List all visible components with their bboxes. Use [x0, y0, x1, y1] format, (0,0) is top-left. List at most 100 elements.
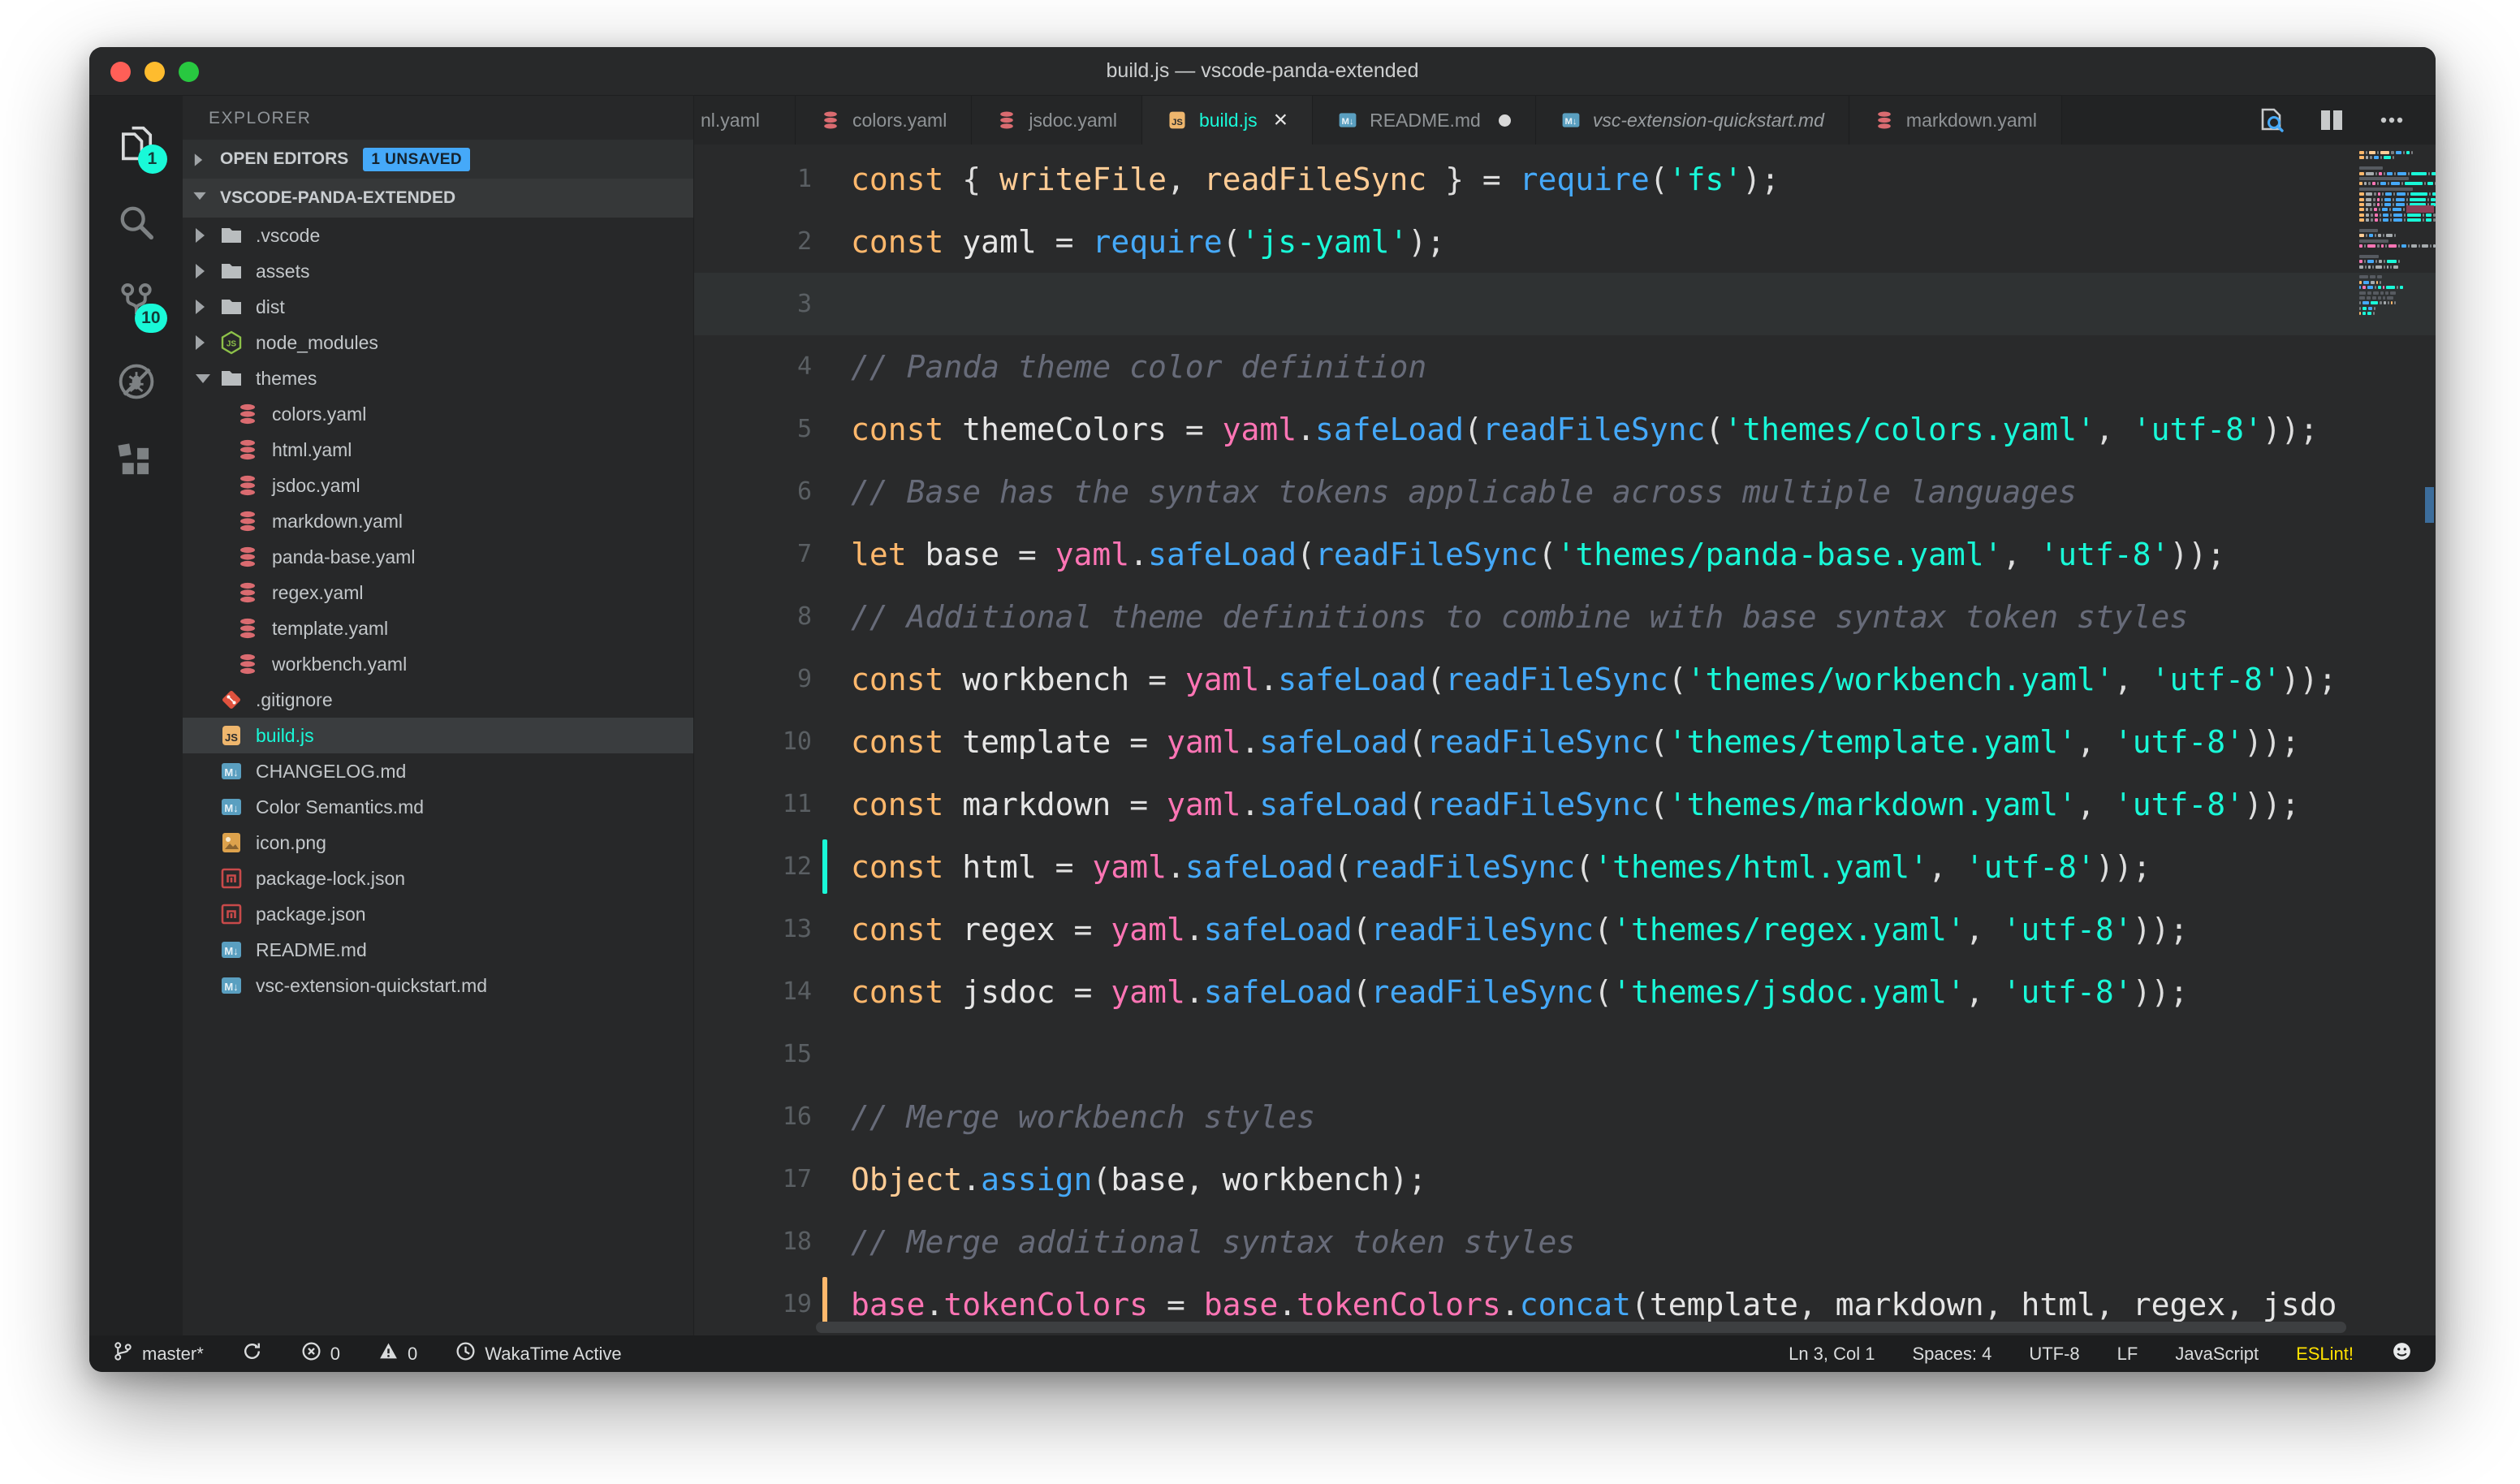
status-item-spaces-4[interactable]: Spaces: 4	[1912, 1344, 1991, 1365]
code-token: // Additional theme definitions to combi…	[851, 598, 2189, 635]
status-item-javascript[interactable]: JavaScript	[2175, 1344, 2259, 1365]
code-token: ));	[2132, 911, 2189, 947]
tree-item-workbench-yaml[interactable]: workbench.yaml	[183, 646, 693, 682]
minimap-token	[2400, 286, 2404, 290]
code-editor[interactable]: 1 const { writeFile, readFileSync } = req…	[694, 145, 2436, 1335]
minimap-line	[2359, 156, 2423, 160]
status-item-lf[interactable]: LF	[2117, 1344, 2138, 1365]
code-line[interactable]: 7 let base = yaml.safeLoad(readFileSync('…	[694, 523, 2436, 585]
code-line[interactable]: 1 const { writeFile, readFileSync } = req…	[694, 148, 2436, 210]
extensions-activity-button[interactable]	[114, 438, 159, 484]
tab-vsc-extension-quickstart-md[interactable]: M↓ vsc-extension-quickstart.md	[1535, 96, 1849, 145]
code-line[interactable]: 4 // Panda theme color definition	[694, 335, 2436, 398]
code-token: 'utf-8'	[2151, 661, 2281, 697]
code-text: const regex = yaml.safeLoad(readFileSync…	[812, 912, 2188, 947]
code-line[interactable]: 12 const html = yaml.safeLoad(readFileSyn…	[694, 835, 2436, 898]
code-text: // Merge additional syntax token styles	[812, 1224, 1575, 1260]
minimap-line	[2359, 197, 2436, 201]
tree-item-package-json[interactable]: package.json	[183, 896, 693, 932]
line-number: 2	[796, 227, 812, 256]
tree-item-vsc-extension-quickstart-md[interactable]: M↓ vsc-extension-quickstart.md	[183, 968, 693, 1003]
minimap-token	[2375, 286, 2377, 290]
status-item-utf-8[interactable]: UTF-8	[2029, 1344, 2079, 1365]
minimap-line	[2359, 239, 2423, 243]
tree-item-changelog-md[interactable]: M↓ CHANGELOG.md	[183, 753, 693, 789]
code-token: (	[1408, 723, 1427, 760]
tree-item-node-modules[interactable]: JS node_modules	[183, 325, 693, 360]
minimap-token	[2359, 301, 2361, 305]
code-line[interactable]: 11 const markdown = yaml.safeLoad(readFil…	[694, 773, 2436, 835]
open-preview-icon[interactable]	[2257, 106, 2286, 135]
tree-item-dist[interactable]: dist	[183, 289, 693, 325]
tree-item-assets[interactable]: assets	[183, 253, 693, 289]
code-line[interactable]: 5 const themeColors = yaml.safeLoad(readF…	[694, 398, 2436, 460]
project-section[interactable]: VSCODE-PANDA-EXTENDED	[183, 179, 693, 218]
split-editor-icon[interactable]	[2317, 106, 2346, 135]
code-token: safeLoad	[1278, 661, 1427, 697]
code-line[interactable]: 14 const jsdoc = yaml.safeLoad(readFileSy…	[694, 960, 2436, 1023]
tree-item-icon-png[interactable]: icon.png	[183, 825, 693, 861]
code-line[interactable]: 3	[694, 273, 2436, 335]
more-actions-icon[interactable]	[2377, 106, 2406, 135]
close-window-button[interactable]	[110, 62, 131, 82]
tree-item-color-semantics-md[interactable]: M↓ Color Semantics.md	[183, 789, 693, 825]
status-item-0[interactable]: 0	[378, 1340, 417, 1367]
tree-item-vscode[interactable]: .vscode	[183, 218, 693, 253]
tab-nl-yaml[interactable]: nl.yaml	[694, 96, 796, 145]
search-activity-button[interactable]	[114, 200, 159, 245]
code-token: readFileSync	[1445, 661, 1668, 697]
code-line[interactable]: 17 Object.assign(base, workbench);	[694, 1148, 2436, 1210]
tree-item-package-lock-json[interactable]: package-lock.json	[183, 861, 693, 896]
tree-item-themes[interactable]: themes	[183, 360, 693, 396]
status-item-0[interactable]: 0	[300, 1340, 340, 1367]
code-line[interactable]: 8 // Additional theme definitions to comb…	[694, 585, 2436, 648]
code-token: 'utf-8'	[2113, 786, 2244, 822]
code-line[interactable]: 10 const template = yaml.safeLoad(readFil…	[694, 710, 2436, 773]
yaml-icon	[235, 402, 260, 426]
tree-item-build-js[interactable]: JS build.js	[183, 718, 693, 753]
code-line[interactable]: 18 // Merge additional syntax token style…	[694, 1210, 2436, 1273]
tree-item-markdown-yaml[interactable]: markdown.yaml	[183, 503, 693, 539]
status-item[interactable]	[2391, 1340, 2413, 1367]
code-text: // Panda theme color definition	[812, 349, 1426, 385]
code-line[interactable]: 15	[694, 1023, 2436, 1085]
horizontal-scrollbar[interactable]	[816, 1322, 2346, 1333]
code-token: 'utf-8'	[1965, 848, 2095, 885]
minimize-window-button[interactable]	[145, 62, 165, 82]
tab-build-js[interactable]: JS build.js ×	[1141, 96, 1314, 145]
file-label: Color Semantics.md	[256, 796, 425, 817]
code-line[interactable]: 2 const yaml = require('js-yaml');	[694, 210, 2436, 273]
tree-item-gitignore[interactable]: .gitignore	[183, 682, 693, 718]
minimap-token	[2393, 234, 2396, 238]
code-line[interactable]: 6 // Base has the syntax tokens applicabl…	[694, 460, 2436, 523]
minimap-token	[2381, 202, 2384, 206]
status-item-master[interactable]: master*	[112, 1340, 204, 1367]
code-line[interactable]: 16 // Merge workbench styles	[694, 1085, 2436, 1148]
close-icon[interactable]: ×	[1274, 108, 1288, 132]
files-activity-button[interactable]: 1	[114, 120, 167, 174]
status-item-ln-3-col-1[interactable]: Ln 3, Col 1	[1789, 1344, 1875, 1365]
tree-item-jsdoc-yaml[interactable]: jsdoc.yaml	[183, 468, 693, 503]
tree-item-colors-yaml[interactable]: colors.yaml	[183, 396, 693, 432]
title-bar[interactable]: build.js — vscode-panda-extended	[89, 47, 2436, 96]
debug-activity-button[interactable]	[114, 359, 159, 404]
open-editors-section[interactable]: OPEN EDITORS 1 UNSAVED	[183, 140, 693, 179]
code-line[interactable]: 9 const workbench = yaml.safeLoad(readFil…	[694, 648, 2436, 710]
status-item-wakatime-active[interactable]: WakaTime Active	[455, 1340, 622, 1367]
zoom-window-button[interactable]	[179, 62, 199, 82]
tree-item-html-yaml[interactable]: html.yaml	[183, 432, 693, 468]
tab-markdown-yaml[interactable]: markdown.yaml	[1849, 96, 2062, 145]
status-right: Ln 3, Col 1 Spaces: 4 UTF-8 LF JavaScript ESL…	[1789, 1340, 2413, 1367]
tree-item-panda-base-yaml[interactable]: panda-base.yaml	[183, 539, 693, 575]
tab-colors-yaml[interactable]: colors.yaml	[796, 96, 973, 145]
tree-item-readme-md[interactable]: M↓ README.md	[183, 932, 693, 968]
tab-jsdoc-yaml[interactable]: jsdoc.yaml	[972, 96, 1142, 145]
tree-item-regex-yaml[interactable]: regex.yaml	[183, 575, 693, 610]
status-item[interactable]	[241, 1340, 263, 1367]
source-control-activity-button[interactable]: 10	[114, 279, 167, 333]
tab-readme-md[interactable]: M↓ README.md	[1313, 96, 1536, 145]
status-item-eslint[interactable]: ESLint!	[2296, 1344, 2354, 1365]
code-line[interactable]: 13 const regex = yaml.safeLoad(readFileSy…	[694, 898, 2436, 960]
tree-item-template-yaml[interactable]: template.yaml	[183, 610, 693, 646]
minimap[interactable]	[2359, 151, 2436, 317]
